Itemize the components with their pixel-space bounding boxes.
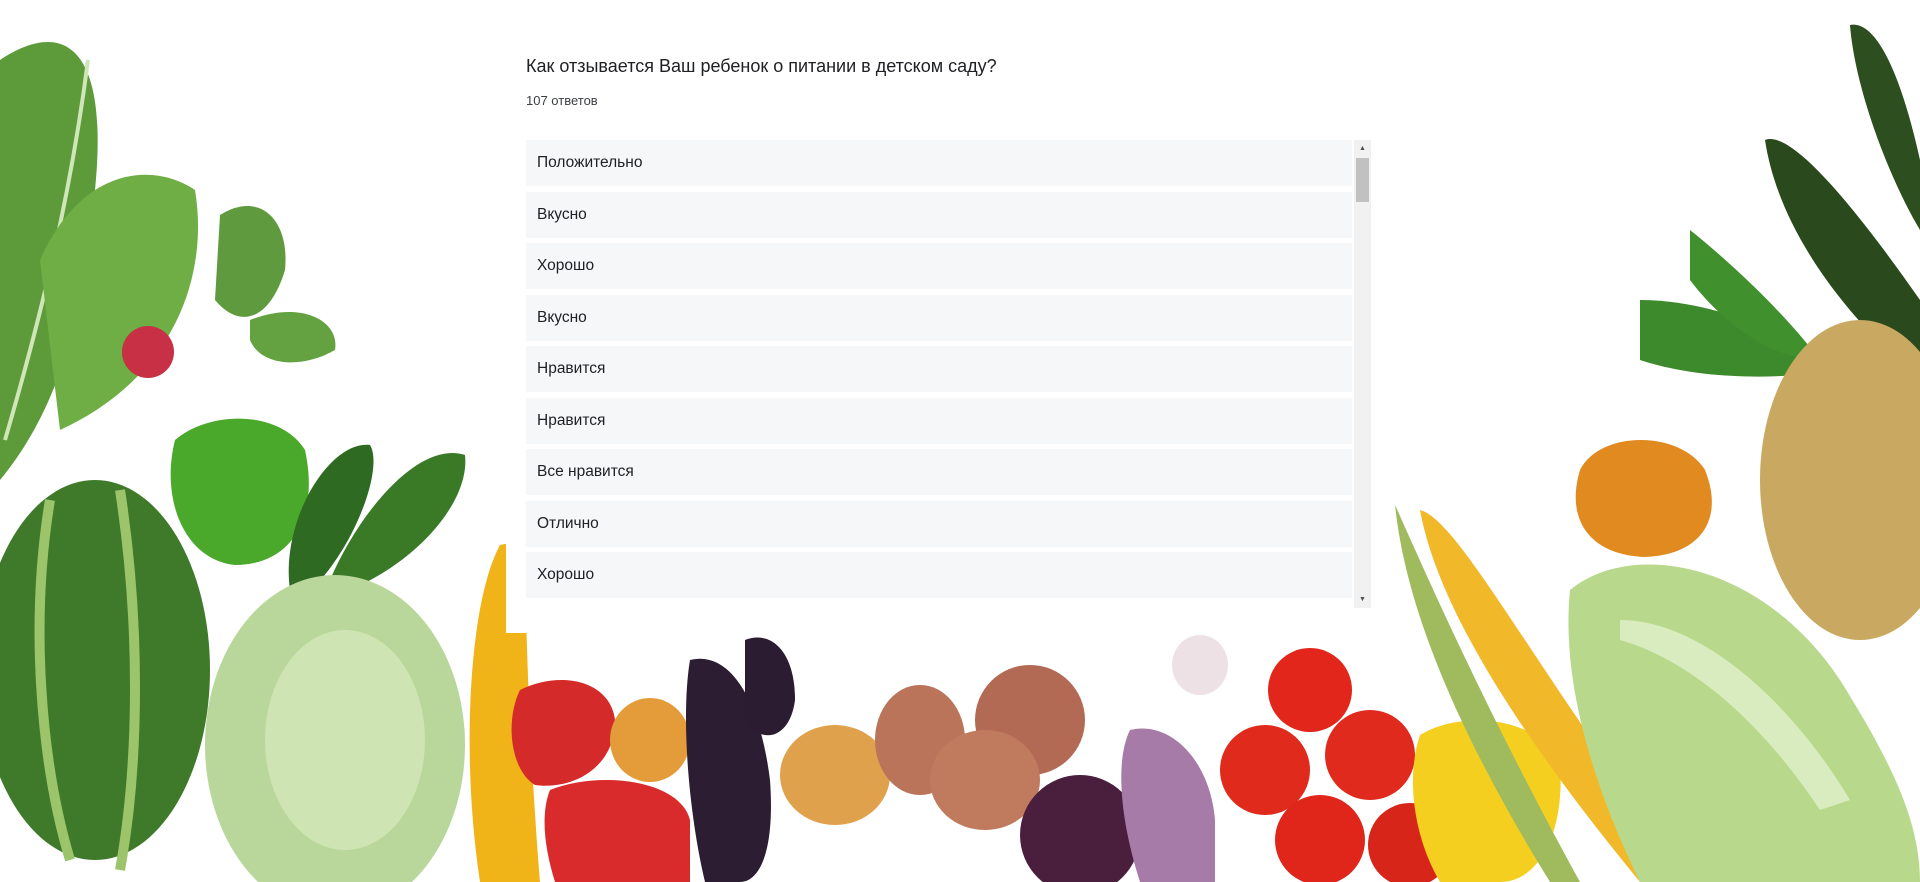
green-pepper [170, 418, 309, 565]
watermelon [0, 480, 210, 860]
striped-eggplant [1121, 728, 1215, 882]
cabbage-inner [265, 630, 425, 850]
response-item: Вкусно [526, 191, 1352, 238]
question-title: Как отзывается Ваш ребенок о питании в д… [526, 56, 997, 76]
tomato-4 [1275, 795, 1365, 882]
response-item: Хорошо [526, 243, 1352, 289]
survey-card: Как отзывается Ваш ребенок о питании в д… [506, 0, 1380, 633]
answers-count: 107 ответов [526, 93, 598, 108]
leaf-radish-2 [250, 311, 336, 363]
response-item: Нравится [526, 397, 1352, 444]
response-item: Вкусно [526, 294, 1352, 341]
response-item: Все нравится [526, 449, 1352, 495]
red-pepper-1 [511, 680, 615, 786]
response-item: Отлично [526, 500, 1352, 547]
response-item: Хорошо [526, 552, 1352, 598]
garlic [1172, 635, 1228, 695]
responses-panel: Положительно Вкусно Хорошо Вкусно Нравит… [526, 140, 1371, 608]
tomato-1 [1268, 648, 1352, 732]
response-item: Нравится [526, 346, 1352, 392]
response-item: Положительно [526, 140, 1352, 186]
pumpkin [1575, 440, 1712, 557]
scroll-up-arrow-icon[interactable]: ▲ [1354, 140, 1371, 157]
onion-1 [610, 698, 690, 782]
zucchini-1 [1850, 24, 1920, 230]
onion-2 [780, 725, 890, 825]
tomato-2 [1220, 725, 1310, 815]
responses-list[interactable]: Положительно Вкусно Хорошо Вкусно Нравит… [526, 140, 1352, 608]
eggplant-2 [745, 637, 795, 736]
scroll-down-arrow-icon[interactable]: ▼ [1354, 591, 1371, 608]
scroll-thumb[interactable] [1356, 158, 1369, 202]
red-pepper-2 [544, 780, 690, 882]
radish-left [122, 326, 174, 378]
leaf-radish [215, 206, 286, 317]
vertical-scrollbar[interactable]: ▲ ▼ [1354, 140, 1371, 608]
tomato-3 [1325, 710, 1415, 800]
